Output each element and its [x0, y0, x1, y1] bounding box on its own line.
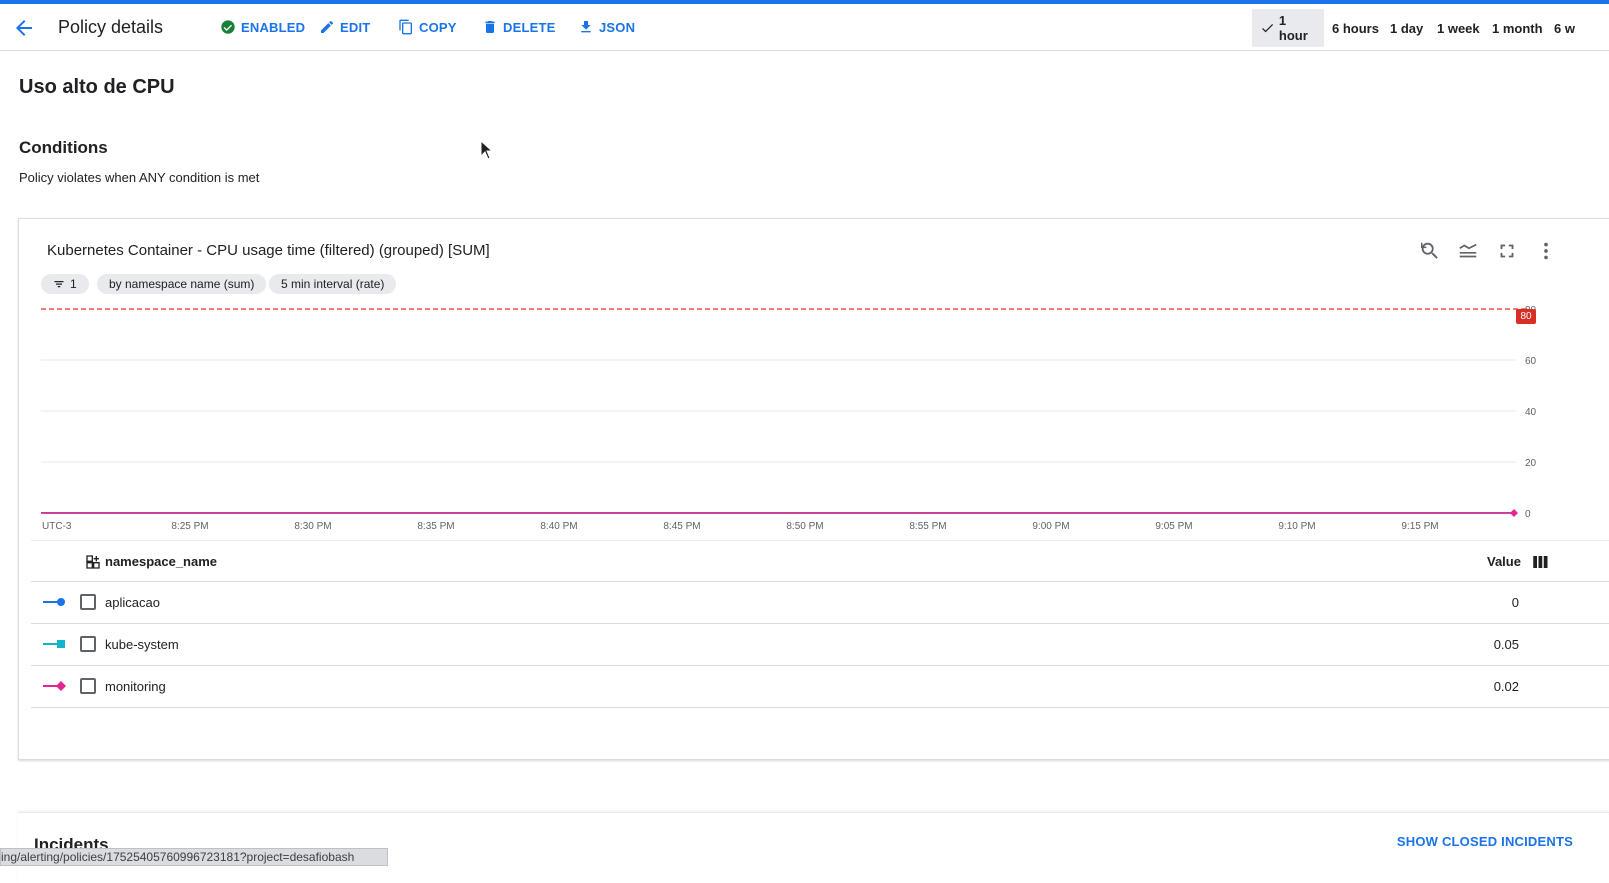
delete-button[interactable]: DELETE [482, 17, 555, 37]
x-tick-label: 9:05 PM [1155, 521, 1192, 532]
filter-count: 1 [70, 277, 77, 291]
timezone-label: UTC-3 [42, 521, 72, 532]
row-value: 0 [1511, 595, 1519, 610]
copy-label: COPY [419, 19, 457, 35]
row-value: 0.02 [1493, 679, 1519, 694]
line-chart: 0 20 40 60 80 UTC-3 8:25 PM 8:30 PM 8:35 PM 8:40 … [41, 305, 1537, 532]
x-tick-label: 8:50 PM [786, 521, 823, 532]
copy-button[interactable]: COPY [398, 17, 457, 37]
range-1-week[interactable]: 1 week [1437, 9, 1480, 47]
x-tick-label: 8:55 PM [909, 521, 946, 532]
more-vert-icon[interactable] [1535, 240, 1557, 262]
copy-icon [399, 19, 412, 35]
browser-status-url: ing/alerting/policies/175254057609967231… [0, 848, 388, 866]
page-header: Policy details ENABLED EDIT COPY DELETE … [0, 4, 1609, 51]
column-header-value: Value [1487, 554, 1521, 569]
range-6-hours[interactable]: 6 hours [1332, 9, 1379, 47]
pencil-icon [321, 20, 334, 33]
range-label: 1 hour [1278, 13, 1308, 43]
back-arrow-icon[interactable] [12, 16, 36, 40]
chart-title: Kubernetes Container - CPU usage time (f… [47, 242, 490, 259]
diamond-marker-icon [43, 681, 66, 691]
range-label: 1 day [1390, 20, 1424, 36]
range-label: 6 w [1554, 20, 1575, 36]
x-tick-label: 8:25 PM [171, 521, 208, 532]
x-tick-label: 8:40 PM [540, 521, 577, 532]
circle-marker-icon [43, 598, 65, 606]
json-download-button[interactable]: JSON [578, 17, 635, 37]
chip-label: 5 min interval (rate) [281, 277, 385, 291]
row-namespace: monitoring [105, 679, 166, 694]
aligner-chip[interactable]: 5 min interval (rate) [269, 274, 397, 294]
range-label: 6 hours [1332, 20, 1379, 36]
chip-label: by namespace name (sum) [109, 277, 255, 291]
column-picker-icon[interactable] [1531, 553, 1549, 571]
x-tick-label: 9:00 PM [1032, 521, 1069, 532]
y-tick-label: 60 [1525, 356, 1537, 367]
x-tick-label: 8:45 PM [663, 521, 700, 532]
row-namespace: aplicacao [105, 595, 160, 610]
policy-name: Uso alto de CPU [19, 76, 175, 98]
row-checkbox[interactable] [80, 594, 96, 610]
x-tick-label: 9:10 PM [1278, 521, 1315, 532]
column-header-namespace: namespace_name [105, 554, 218, 569]
y-tick-label: 0 [1525, 509, 1531, 520]
trash-icon [485, 21, 495, 33]
check-circle-icon [221, 20, 235, 34]
range-6-weeks[interactable]: 6 w [1554, 9, 1575, 47]
table-row: aplicacao 0 [31, 582, 1609, 624]
download-icon [581, 21, 591, 33]
legend-toggle-icon[interactable] [1457, 240, 1479, 262]
row-value: 0.05 [1493, 637, 1519, 652]
page-title: Policy details [58, 17, 164, 37]
fullscreen-icon[interactable] [1496, 240, 1518, 262]
row-namespace: kube-system [105, 637, 179, 652]
conditions-heading: Conditions [19, 138, 108, 157]
group-column-icon [86, 555, 100, 569]
row-checkbox[interactable] [80, 636, 96, 652]
range-1-month[interactable]: 1 month [1492, 9, 1543, 47]
range-1-day[interactable]: 1 day [1390, 9, 1423, 47]
json-label: JSON [599, 19, 636, 35]
condition-chart-card: Kubernetes Container - CPU usage time (f… [18, 218, 1609, 760]
filter-icon [54, 281, 64, 288]
edit-button[interactable]: EDIT [319, 17, 370, 37]
table-row: monitoring 0.02 [31, 666, 1609, 708]
range-1-hour[interactable]: 1 hour [1252, 9, 1324, 47]
edit-label: EDIT [340, 19, 371, 35]
zoom-reset-icon[interactable] [1419, 240, 1441, 262]
delete-label: DELETE [503, 19, 556, 35]
show-closed-incidents-button[interactable]: SHOW CLOSED INCIDENTS [1397, 834, 1573, 849]
conditions-description: Policy violates when ANY condition is me… [19, 170, 260, 185]
threshold-badge: 80 [1516, 309, 1536, 324]
enabled-button[interactable]: ENABLED [220, 17, 305, 37]
x-tick-label: 9:15 PM [1401, 521, 1438, 532]
square-marker-icon [43, 640, 65, 648]
y-tick-label: 40 [1525, 407, 1537, 418]
series-end-marker [1510, 508, 1518, 517]
filter-chip[interactable]: 1 [41, 274, 89, 294]
range-label: 1 week [1437, 20, 1480, 36]
table-header: namespace_name Value [31, 540, 1609, 582]
mouse-cursor-icon [480, 140, 492, 160]
checkmark-icon [1262, 24, 1274, 33]
legend-table: namespace_name Value aplicacao 0 kube-sy… [31, 540, 1609, 708]
enabled-label: ENABLED [241, 19, 306, 35]
group-by-chip[interactable]: by namespace name (sum) [97, 274, 267, 294]
x-tick-label: 8:30 PM [294, 521, 331, 532]
y-tick-label: 20 [1525, 458, 1537, 469]
table-row: kube-system 0.05 [31, 624, 1609, 666]
x-tick-label: 8:35 PM [417, 521, 454, 532]
row-checkbox[interactable] [80, 678, 96, 694]
range-label: 1 month [1492, 20, 1543, 36]
